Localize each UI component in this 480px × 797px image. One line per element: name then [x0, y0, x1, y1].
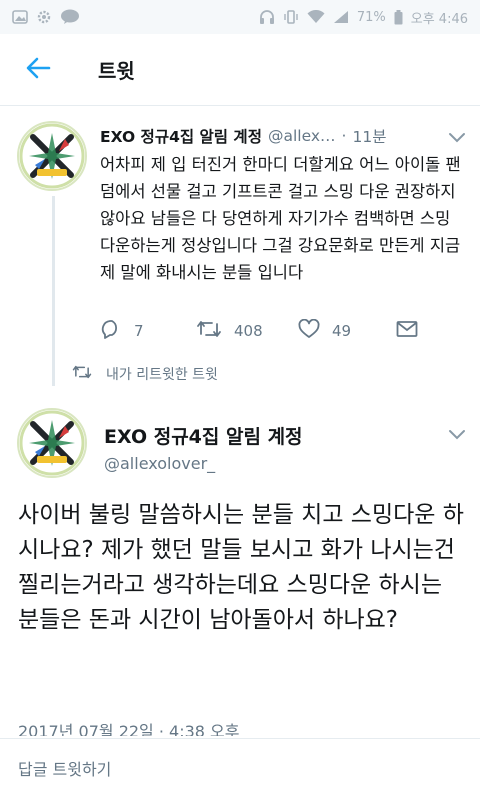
- quoted-tweet-header: EXO 정규4집 알림 계정 @allex … · 11분: [100, 125, 460, 147]
- tweet-timestamp: 2017년 07월 22일 · 4:38 오후: [18, 722, 240, 736]
- retweet-note-label: 내가 리트윗한 트윗: [106, 367, 218, 383]
- tweet-text: 어차피 제 입 터진거 한마디 더할게요 어느 아이돌 팬덤에서 선물 걸고 기…: [100, 155, 461, 282]
- reply-count: 7: [134, 322, 144, 340]
- tweet-actions: 7 408 49: [100, 315, 430, 347]
- vibrate-icon: [283, 9, 299, 25]
- status-bar-right: 71% 오후 4:46: [259, 8, 468, 27]
- heart-icon: [298, 318, 320, 343]
- avatar[interactable]: [17, 121, 87, 191]
- retweet-button[interactable]: 408: [196, 320, 263, 342]
- quoted-tweet[interactable]: EXO 정규4집 알림 계정 @allex … · 11분 어차피 제 입 터진…: [0, 107, 480, 397]
- avatar[interactable]: [17, 408, 87, 478]
- chevron-down-icon[interactable]: [448, 129, 466, 143]
- username[interactable]: @allex: [268, 127, 320, 145]
- wifi-icon: [307, 10, 325, 24]
- page-title: 트윗: [98, 59, 135, 83]
- settings-icon: [36, 9, 52, 25]
- username[interactable]: @allexolover_: [104, 454, 215, 473]
- status-bar: 71% 오후 4:46: [0, 0, 480, 34]
- reply-button[interactable]: 7: [100, 319, 144, 343]
- thread-connector-line: [52, 196, 55, 386]
- display-name[interactable]: EXO 정규4집 알림 계정: [100, 125, 262, 147]
- reply-icon: [100, 319, 122, 343]
- direct-message-button[interactable]: [396, 320, 418, 342]
- headphone-icon: [259, 9, 275, 25]
- photo-icon: [12, 10, 28, 24]
- envelope-icon: [396, 320, 418, 342]
- retweet-small-icon: [72, 365, 92, 383]
- separator-dot: ·: [341, 127, 347, 145]
- battery-icon: [394, 9, 403, 25]
- arrow-left-icon: [25, 57, 51, 83]
- retweet-count: 408: [234, 322, 263, 340]
- talk-icon: [60, 9, 80, 25]
- retweet-icon: [196, 320, 222, 342]
- like-count: 49: [332, 322, 352, 340]
- status-time: 오후 4:46: [410, 11, 468, 27]
- display-name[interactable]: EXO 정규4집 알림 계정: [104, 422, 303, 449]
- tweet-text: 사이버 불링 말씀하시는 분들 치고 스밍다운 하시나요? 제가 했던 말들 보…: [18, 502, 464, 633]
- app-bar: 트윗: [0, 34, 480, 106]
- tweet-time: 11분: [352, 128, 387, 146]
- signal-icon: [333, 10, 349, 24]
- battery-percent: 71%: [356, 9, 386, 25]
- reply-placeholder: 답글 트윗하기: [18, 760, 112, 779]
- chevron-down-icon[interactable]: [448, 426, 466, 440]
- retweet-note: 내가 리트윗한 트윗: [72, 364, 218, 384]
- like-button[interactable]: 49: [298, 318, 352, 343]
- handle-ellipsis: …: [320, 127, 336, 145]
- back-button[interactable]: [8, 34, 68, 106]
- reply-input[interactable]: 답글 트윗하기: [0, 738, 480, 797]
- status-bar-left: [12, 9, 80, 25]
